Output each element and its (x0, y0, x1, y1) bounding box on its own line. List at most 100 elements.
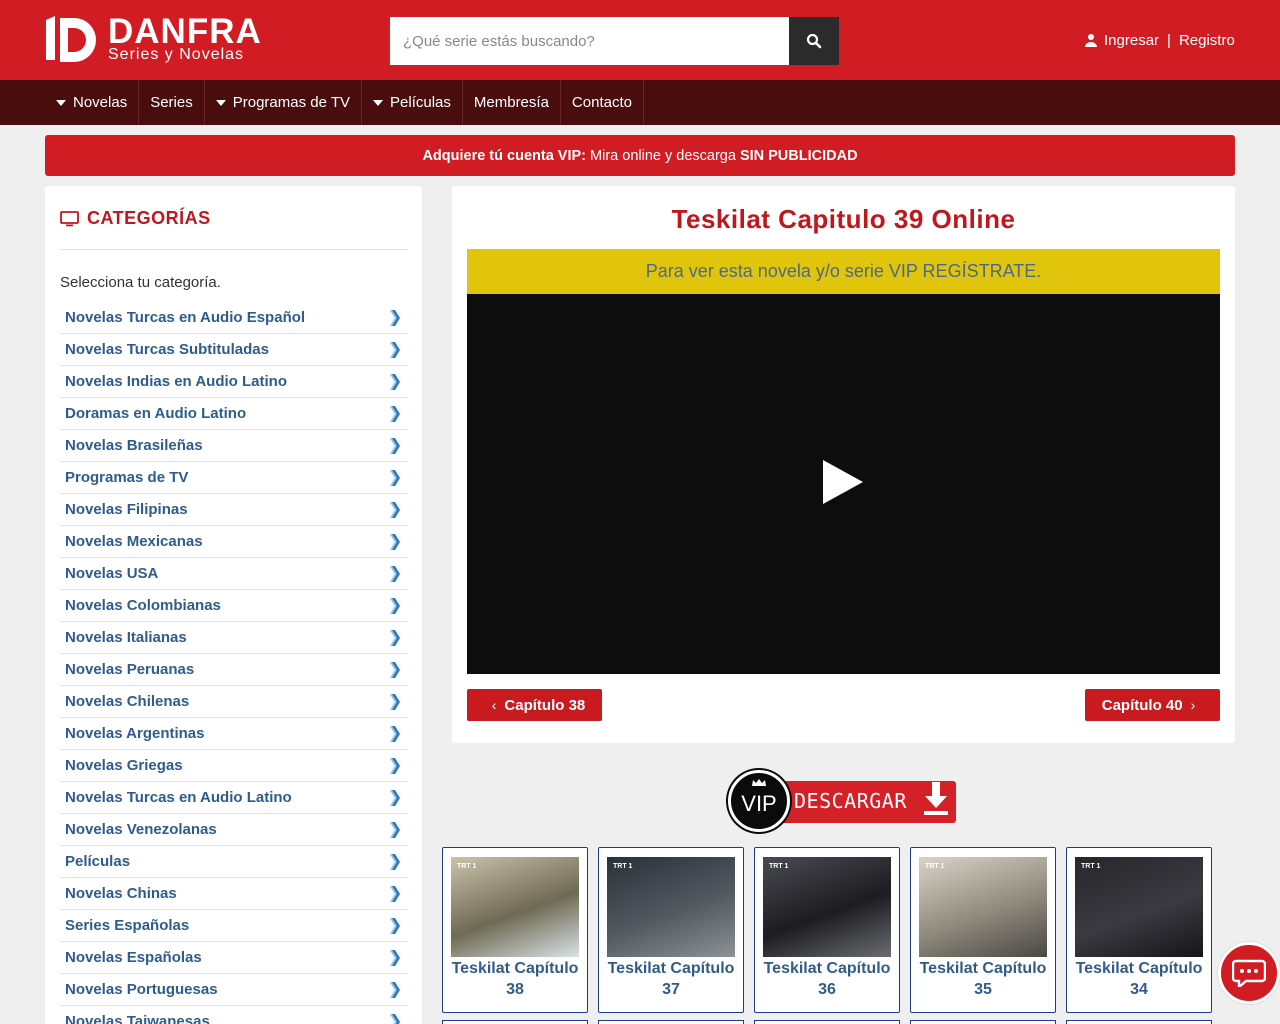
category-item[interactable]: Doramas en Audio Latino (60, 398, 407, 430)
episode-card-title-line: Teskilat Capítulo (763, 960, 891, 977)
vip-banner[interactable]: Adquiere tú cuenta VIP: Mira online y de… (45, 135, 1235, 176)
nav-item-películas[interactable]: Películas (362, 80, 463, 125)
nav-item-novelas[interactable]: Novelas (45, 80, 140, 125)
category-label: Novelas Chinas (65, 885, 177, 902)
category-item[interactable]: Novelas Brasileñas (60, 430, 407, 462)
nav-item-label: Membresía (473, 94, 549, 111)
vip-download-button[interactable]: DESCARGAR VIP (728, 770, 960, 834)
category-item[interactable]: Películas (60, 846, 407, 878)
next-episode-button[interactable]: Capítulo 40 › (1085, 689, 1220, 721)
nav-item-programas-de-tv[interactable]: Programas de TV (205, 80, 363, 125)
episode-card[interactable]: TRT 1 Teskilat Capítulo 35 (910, 847, 1056, 1013)
category-label: Novelas Argentinas (65, 725, 205, 742)
user-icon (1085, 34, 1097, 47)
chat-button[interactable] (1218, 942, 1280, 1004)
category-label: Novelas Taiwanesas (65, 1013, 210, 1024)
category-item[interactable]: Novelas Turcas en Audio Latino (60, 782, 407, 814)
chevron-right-icon (390, 853, 400, 870)
nav-item-membresía[interactable]: Membresía (463, 80, 561, 125)
vip-badge: VIP (728, 770, 790, 832)
category-label: Novelas Portuguesas (65, 981, 218, 998)
category-item[interactable]: Novelas Chinas (60, 878, 407, 910)
episode-card-title: Teskilat Capítulo 34 (1067, 958, 1211, 1000)
chevron-right-icon (390, 309, 400, 326)
category-item[interactable]: Novelas Españolas (60, 942, 407, 974)
category-item[interactable]: Novelas Mexicanas (60, 526, 407, 558)
category-item[interactable]: Novelas USA (60, 558, 407, 590)
chevron-right-icon (390, 629, 400, 646)
episode-card-title-line: Teskilat Capítulo (607, 960, 735, 977)
categories-heading: CATEGORÍAS (60, 208, 211, 229)
category-item[interactable]: Novelas Venezolanas (60, 814, 407, 846)
nav-item-label: Contacto (571, 94, 632, 111)
episode-card-title: Teskilat Capítulo 35 (911, 958, 1055, 1000)
episode-thumbnail[interactable]: TRT 1 (1075, 857, 1203, 957)
previous-episode-button[interactable]: ‹ Capítulo 38 (467, 689, 602, 721)
chevron-right-icon (390, 757, 400, 774)
category-item[interactable]: Programas de TV (60, 462, 407, 494)
chevron-right-icon (390, 597, 400, 614)
episode-card[interactable]: TRT 1 Teskilat Capítulo 38 (442, 847, 588, 1013)
chevron-left-icon: ‹ (491, 697, 497, 713)
episode-card[interactable] (754, 1020, 900, 1024)
episode-card[interactable]: TRT 1 Teskilat Capítulo 36 (754, 847, 900, 1013)
site-logo[interactable]: DANFRA Series y Novelas (44, 12, 261, 68)
category-item[interactable]: Novelas Portuguesas (60, 974, 407, 1006)
episode-card[interactable]: TRT 1 Teskilat Capítulo 34 (1066, 847, 1212, 1013)
download-label: DESCARGAR (794, 789, 907, 813)
episode-card-title: Teskilat Capítulo 38 (443, 958, 587, 1000)
episode-thumbnail[interactable]: TRT 1 (763, 857, 891, 957)
episode-card-number: 35 (974, 981, 992, 998)
search-form (390, 17, 839, 65)
register-link[interactable]: Registro (1179, 32, 1235, 49)
category-label: Novelas Brasileñas (65, 437, 203, 454)
category-item[interactable]: Novelas Griegas (60, 750, 407, 782)
caret-down-icon (373, 99, 384, 106)
category-item[interactable]: Novelas Indias en Audio Latino (60, 366, 407, 398)
episode-card-number: 37 (662, 981, 680, 998)
episode-card[interactable] (1066, 1020, 1212, 1024)
video-player[interactable] (467, 294, 1220, 674)
chevron-right-icon (390, 501, 400, 518)
search-button[interactable] (789, 17, 839, 65)
channel-logo: TRT 1 (925, 863, 945, 870)
category-item[interactable]: Novelas Italianas (60, 622, 407, 654)
vip-badge-text: VIP (741, 791, 777, 816)
category-label: Novelas Italianas (65, 629, 187, 646)
caret-down-icon (56, 99, 66, 106)
category-label: Series Españolas (65, 917, 190, 934)
login-link[interactable]: Ingresar (1104, 32, 1159, 49)
category-item[interactable]: Novelas Taiwanesas (60, 1006, 407, 1024)
categories-intro: Selecciona tu categoría. (60, 274, 221, 291)
category-item[interactable]: Novelas Turcas Subtituladas (60, 334, 407, 366)
category-item[interactable]: Novelas Peruanas (60, 654, 407, 686)
chat-icon (1232, 959, 1266, 987)
search-input[interactable] (390, 17, 789, 65)
episode-card-number: 36 (818, 981, 836, 998)
episode-card[interactable] (910, 1020, 1056, 1024)
chevron-right-icon (390, 981, 400, 998)
category-item[interactable]: Novelas Argentinas (60, 718, 407, 750)
category-item[interactable]: Novelas Colombianas (60, 590, 407, 622)
episode-thumbnail[interactable]: TRT 1 (919, 857, 1047, 957)
vip-register-notice[interactable]: Para ver esta novela y/o serie VIP REGÍS… (467, 249, 1220, 294)
episode-thumbnail[interactable]: TRT 1 (607, 857, 735, 957)
play-icon[interactable] (823, 460, 863, 504)
chevron-right-icon (390, 821, 400, 838)
nav-item-label: Películas (390, 94, 451, 111)
episode-card[interactable] (598, 1020, 744, 1024)
episode-card[interactable]: TRT 1 Teskilat Capítulo 37 (598, 847, 744, 1013)
nav-item-series[interactable]: Series (139, 80, 205, 125)
episode-card-title-line: Teskilat Capítulo (1075, 960, 1203, 977)
category-item[interactable]: Novelas Turcas en Audio Español (60, 302, 407, 334)
category-item[interactable]: Novelas Chilenas (60, 686, 407, 718)
nav-item-contacto[interactable]: Contacto (561, 80, 644, 125)
category-item[interactable]: Novelas Filipinas (60, 494, 407, 526)
account-links: Ingresar | Registro (1084, 30, 1235, 50)
channel-logo: TRT 1 (613, 863, 633, 870)
episode-thumbnail[interactable]: TRT 1 (451, 857, 579, 957)
episode-card[interactable] (442, 1020, 588, 1024)
nav-item-label: Series (150, 94, 193, 111)
category-item[interactable]: Series Españolas (60, 910, 407, 942)
next-episode-label: Capítulo 40 (1101, 696, 1183, 714)
